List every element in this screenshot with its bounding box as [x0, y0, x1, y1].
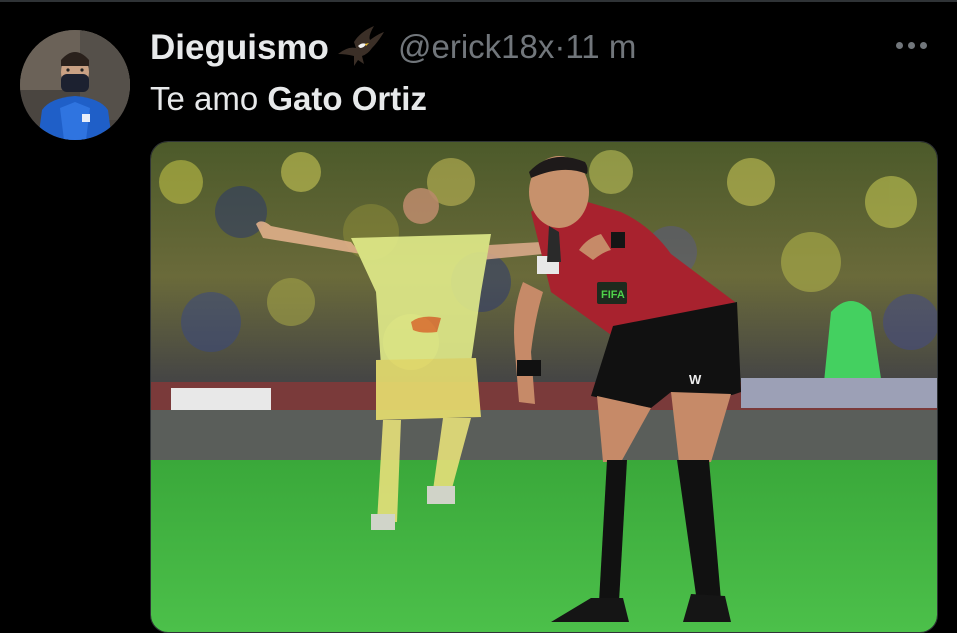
- separator-dot: ·: [554, 28, 566, 65]
- avatar-image: [20, 30, 130, 140]
- display-name[interactable]: Dieguismo: [150, 28, 329, 68]
- timestamp[interactable]: 11 m: [565, 28, 636, 65]
- more-options-icon[interactable]: [896, 30, 936, 60]
- tweet-media[interactable]: FIFA W: [150, 141, 938, 633]
- eagle-icon: [338, 26, 384, 66]
- top-divider: [0, 0, 957, 2]
- fifa-badge-text: FIFA: [601, 289, 625, 301]
- meta-line: @erick18x·11 m: [398, 28, 636, 66]
- avatar[interactable]: [20, 30, 130, 140]
- tweet-text-bold: Gato Ortiz: [267, 80, 427, 117]
- more-dot: [920, 41, 927, 49]
- media-photo: FIFA W: [151, 142, 937, 632]
- tweet-text: Te amo Gato Ortiz: [150, 80, 427, 118]
- more-dot: [908, 41, 915, 49]
- user-handle[interactable]: @erick18x: [398, 28, 554, 65]
- tweet-text-regular: Te amo: [150, 80, 268, 117]
- kit-sponsor-text: W: [689, 372, 702, 387]
- more-dot: [896, 41, 903, 49]
